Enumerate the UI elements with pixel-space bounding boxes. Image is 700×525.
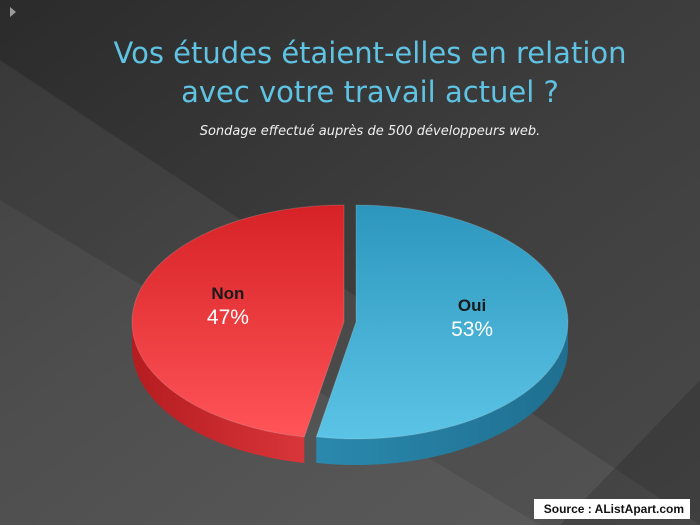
slice-name-non: Non <box>211 283 245 303</box>
slice-value-non: 47% <box>206 305 249 329</box>
pie-chart <box>131 204 569 465</box>
source-note: Source : AListApart.com <box>533 499 690 519</box>
slice-value-oui: 53% <box>451 318 494 342</box>
slice-name-oui: Oui <box>457 296 487 316</box>
slice-label-non: Non 47% <box>188 284 268 330</box>
slice-label-oui: Oui 53% <box>432 296 512 342</box>
slide: Vos études étaient-elles en relation ave… <box>0 0 700 525</box>
